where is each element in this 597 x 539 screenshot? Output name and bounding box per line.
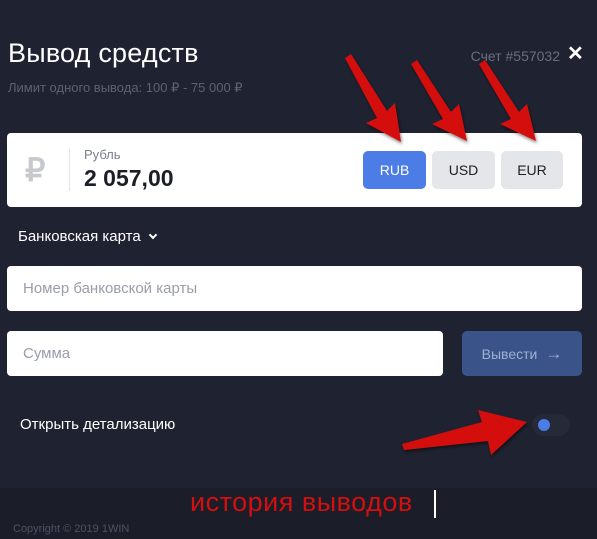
close-icon[interactable]: ✕ bbox=[567, 44, 584, 64]
currency-name: Рубль bbox=[84, 147, 121, 162]
currency-button-rub[interactable]: RUB bbox=[363, 151, 426, 189]
arrow-to-usd-icon bbox=[411, 60, 467, 141]
page-title: Вывод средств bbox=[8, 38, 199, 68]
history-annotation: история выводов bbox=[190, 487, 413, 517]
currency-button-usd[interactable]: USD bbox=[432, 151, 495, 189]
chevron-down-icon bbox=[148, 230, 157, 239]
details-label: Открыть детализацию bbox=[20, 416, 176, 433]
details-toggle[interactable] bbox=[532, 414, 570, 436]
balance-card: ₽ Рубль 2 057,00 RUB USD EUR bbox=[7, 133, 582, 207]
copyright: Copyright © 2019 1WIN bbox=[13, 523, 130, 535]
arrow-to-toggle-icon bbox=[402, 410, 527, 455]
payment-method-dropdown[interactable]: Банковская карта bbox=[18, 228, 157, 245]
text-cursor bbox=[434, 490, 436, 518]
card-number-input[interactable] bbox=[7, 266, 582, 311]
payment-method-label: Банковская карта bbox=[18, 228, 141, 245]
sum-input[interactable] bbox=[7, 331, 443, 376]
withdraw-limit-text: Лимит одного вывода: 100 ₽ - 75 000 ₽ bbox=[8, 80, 243, 95]
arrow-right-icon: → bbox=[545, 343, 563, 363]
withdraw-button-label: Вывести bbox=[481, 345, 538, 362]
card-divider bbox=[69, 149, 70, 191]
balance-amount: 2 057,00 bbox=[84, 165, 174, 191]
withdraw-button[interactable]: Вывести → bbox=[462, 331, 582, 376]
toggle-knob bbox=[538, 419, 550, 431]
account-number: Счет #557032 bbox=[470, 48, 560, 64]
ruble-icon: ₽ bbox=[25, 152, 46, 188]
currency-button-eur[interactable]: EUR bbox=[501, 151, 563, 189]
arrow-to-eur-icon bbox=[479, 60, 536, 141]
arrow-to-rub-icon bbox=[345, 54, 401, 142]
